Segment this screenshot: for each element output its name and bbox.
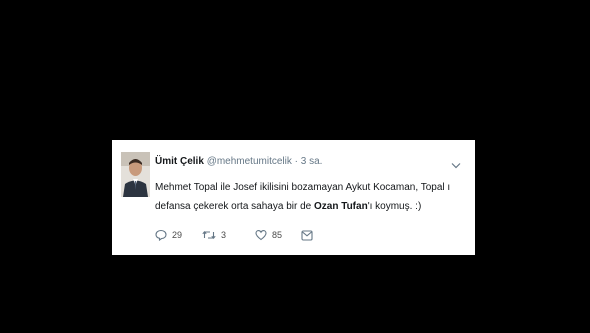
tweet-text-mention: Ozan Tufan <box>313 201 368 212</box>
avatar[interactable] <box>121 152 150 197</box>
direct-message-icon <box>301 229 313 241</box>
tweet-text: Mehmet Topal ile Josef ikilisini bozamay… <box>155 178 465 216</box>
retweet-button[interactable]: 3 <box>202 227 226 243</box>
reply-button[interactable]: 29 <box>155 227 182 243</box>
user-handle[interactable]: @mehmetumitcelik <box>207 156 292 167</box>
like-count: 85 <box>272 230 283 240</box>
tweet-text-part-2: 'ı koymuş. :) <box>367 201 422 212</box>
tweet-header: Ümit Çelik @mehmetumitcelik · 3 sa. <box>155 156 322 168</box>
like-button[interactable]: 85 <box>255 227 282 243</box>
reply-count: 29 <box>172 230 183 240</box>
display-name[interactable]: Ümit Çelik <box>155 156 204 167</box>
heart-icon <box>255 229 267 241</box>
black-background: Ümit Çelik @mehmetumitcelik · 3 sa. Mehm… <box>0 0 590 333</box>
separator-dot: · <box>294 156 298 167</box>
retweet-icon <box>202 229 216 241</box>
chevron-down-icon[interactable] <box>451 157 461 169</box>
retweet-count: 3 <box>221 230 227 240</box>
tweet-card[interactable]: Ümit Çelik @mehmetumitcelik · 3 sa. Mehm… <box>112 140 475 255</box>
reply-icon <box>155 229 167 241</box>
direct-message-button[interactable] <box>301 227 313 243</box>
tweet-timestamp[interactable]: 3 sa. <box>301 156 323 167</box>
